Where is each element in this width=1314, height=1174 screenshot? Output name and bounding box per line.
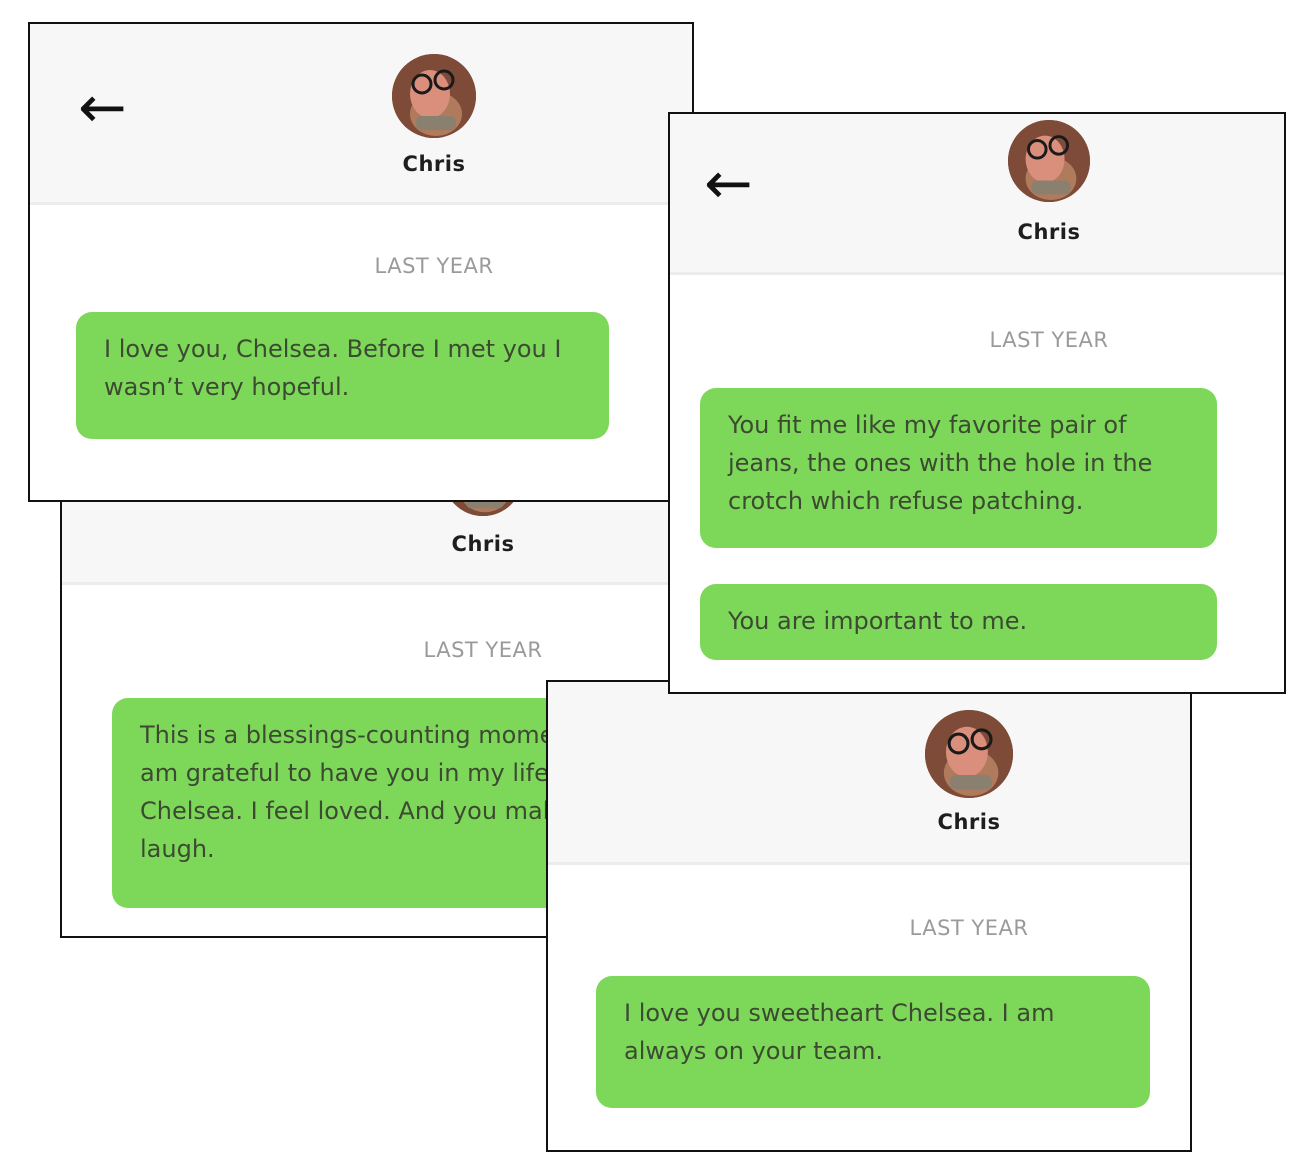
date-divider-label: LAST YEAR bbox=[374, 254, 494, 278]
contact-avatar[interactable] bbox=[1008, 120, 1090, 202]
contact-name: Chris bbox=[451, 532, 515, 556]
message-bubble[interactable]: I love you sweetheart Chelsea. I am alwa… bbox=[596, 976, 1150, 1108]
message-bubble[interactable]: You are important to me. bbox=[700, 584, 1217, 660]
date-divider-label: LAST YEAR bbox=[423, 638, 543, 662]
date-divider-label: LAST YEAR bbox=[909, 916, 1029, 940]
message-bubble[interactable]: You fit me like my favorite pair of jean… bbox=[700, 388, 1217, 548]
chat-card-team: Chris LAST YEAR I love you sweetheart Ch… bbox=[546, 680, 1192, 1152]
contact-name: Chris bbox=[937, 810, 1001, 834]
chat-card-hopeful: ← Chris LAST YEAR I love you, Chelsea. B… bbox=[28, 22, 694, 502]
contact-name: Chris bbox=[402, 152, 466, 176]
chat-card-jeans: ← Chris LAST YEAR You fit me like my fav… bbox=[668, 112, 1286, 694]
chat-header: ← Chris bbox=[30, 24, 692, 205]
contact-avatar[interactable] bbox=[925, 710, 1013, 798]
back-arrow-icon[interactable]: ← bbox=[78, 78, 127, 136]
contact-name: Chris bbox=[1017, 220, 1081, 244]
contact-avatar[interactable] bbox=[392, 54, 476, 138]
chat-header: Chris bbox=[548, 682, 1190, 865]
chat-header: ← Chris bbox=[670, 114, 1284, 275]
back-arrow-icon[interactable]: ← bbox=[704, 154, 753, 212]
message-bubble[interactable]: I love you, Chelsea. Before I met you I … bbox=[76, 312, 609, 439]
date-divider-label: LAST YEAR bbox=[989, 328, 1109, 352]
